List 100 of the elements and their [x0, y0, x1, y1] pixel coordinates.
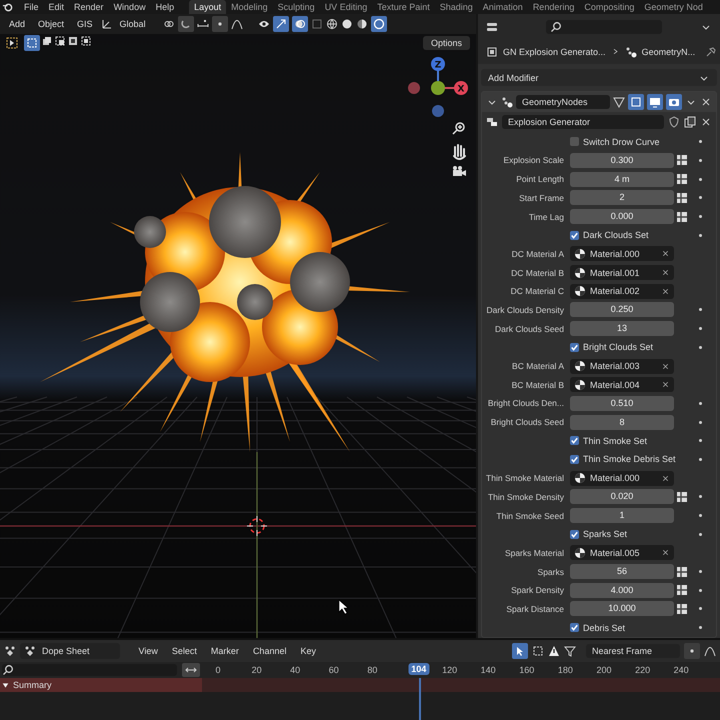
blender-logo-icon[interactable] [2, 2, 13, 12]
number-field[interactable]: 0.250 [570, 302, 674, 318]
menu-item[interactable]: File [19, 2, 44, 12]
workspace-tab[interactable]: Compositing [579, 0, 640, 14]
overlay-toggle-icon[interactable] [292, 16, 308, 32]
gizmo-toggle-icon[interactable] [272, 16, 289, 32]
proportional-edit-icon[interactable] [212, 16, 228, 32]
cage-icon[interactable] [628, 94, 644, 110]
keyframe-dot[interactable] [698, 420, 702, 424]
menu-item[interactable]: Key [295, 646, 321, 656]
magnet-icon[interactable] [178, 16, 194, 32]
close-icon[interactable] [661, 286, 670, 296]
attribute-toggle-icon[interactable] [676, 566, 688, 578]
snap-increment-icon[interactable] [196, 18, 209, 30]
keyframe-dot[interactable] [698, 514, 702, 518]
number-field[interactable]: 4.000 [570, 582, 674, 598]
falloff-curve-icon[interactable] [704, 645, 716, 657]
camera-icon[interactable] [666, 94, 682, 110]
link-icon[interactable] [162, 18, 175, 30]
keyframe-dot[interactable] [698, 178, 702, 181]
camera-icon[interactable] [453, 166, 466, 176]
checkbox[interactable] [570, 623, 579, 632]
channel-row[interactable]: Summary [0, 678, 202, 692]
workspace-tab[interactable]: Layout [189, 0, 226, 14]
menu-item[interactable]: Marker [206, 646, 244, 656]
menu-item[interactable]: Select [166, 646, 202, 656]
material-shading-icon[interactable] [356, 18, 368, 30]
disclosure-triangle-icon[interactable] [2, 682, 9, 688]
number-field[interactable]: 8 [570, 414, 674, 430]
close-icon[interactable] [661, 249, 670, 258]
navigation-gizmo[interactable]: Z X [408, 57, 468, 117]
breadcrumb[interactable]: GeometryN... [642, 46, 696, 57]
close-icon[interactable] [661, 548, 670, 558]
add-modifier-dropdown[interactable]: Add Modifier [481, 68, 717, 86]
workspace-tab[interactable]: Shading [434, 0, 478, 14]
select-subtract-icon[interactable] [54, 35, 66, 47]
keyframe-dot[interactable] [698, 458, 702, 461]
rendered-shading-icon[interactable] [370, 16, 387, 32]
attribute-toggle-icon[interactable] [676, 490, 688, 503]
material-field[interactable]: Material.001 [570, 265, 674, 280]
menu-item[interactable]: GIS [72, 19, 98, 29]
keyframe-dot[interactable] [698, 607, 702, 610]
close-icon[interactable] [661, 362, 670, 371]
editor-mode-dropdown[interactable]: Dope Sheet [20, 643, 120, 659]
number-field[interactable]: 2 [570, 190, 674, 206]
number-field[interactable]: 0.510 [570, 396, 674, 411]
material-field[interactable]: Material.000 [570, 246, 674, 262]
menu-item[interactable]: Render [69, 2, 109, 12]
checkbox[interactable] [570, 530, 579, 539]
number-field[interactable]: 4 m [570, 172, 674, 187]
keyframe-dot[interactable] [698, 588, 702, 592]
editor-type-icon[interactable] [486, 20, 498, 33]
workspace-tab[interactable]: Modeling [226, 0, 273, 14]
material-field[interactable]: Material.003 [570, 358, 674, 374]
menu-item[interactable]: Window [108, 2, 151, 12]
breadcrumb[interactable]: GN Explosion Generato... [503, 46, 606, 57]
select-new-icon[interactable] [24, 35, 40, 51]
shield-icon[interactable] [668, 116, 680, 128]
proportional-edit-icon[interactable] [684, 643, 700, 659]
close-icon[interactable] [661, 380, 670, 390]
checkbox[interactable] [570, 436, 579, 446]
workspace-tab[interactable]: Texture Paint [372, 0, 435, 14]
attribute-toggle-icon[interactable] [676, 154, 688, 166]
keyframe-dot[interactable] [698, 308, 702, 312]
pin-icon[interactable] [705, 46, 718, 58]
material-field[interactable]: Material.002 [570, 284, 674, 299]
falloff-curve-icon[interactable] [230, 18, 243, 30]
keyframe-dot[interactable] [698, 495, 702, 498]
checkbox[interactable] [570, 454, 579, 464]
material-field[interactable]: Material.005 [570, 545, 674, 560]
number-field[interactable]: 56 [570, 564, 674, 580]
menu-item[interactable]: View [134, 646, 163, 656]
checkbox[interactable] [570, 230, 579, 240]
number-field[interactable]: 0.020 [570, 489, 674, 504]
swap-arrows-icon[interactable] [182, 663, 200, 677]
checkbox[interactable] [570, 342, 579, 352]
keyframe-dot[interactable] [698, 196, 702, 200]
keyframe-dot[interactable] [698, 532, 702, 536]
node-group-field[interactable]: Explosion Generator [502, 115, 664, 130]
menu-item[interactable]: Edit [44, 2, 70, 12]
eye-icon[interactable] [258, 18, 270, 30]
keyframe-dot[interactable] [698, 626, 702, 630]
select-invert-icon[interactable] [67, 35, 79, 47]
attribute-toggle-icon[interactable] [676, 210, 688, 223]
menu-item[interactable]: Add [4, 19, 30, 29]
snapping-dropdown[interactable]: Nearest Frame [586, 644, 680, 658]
current-frame-indicator[interactable]: 104 [408, 663, 430, 675]
material-field[interactable]: Material.004 [570, 377, 674, 392]
attribute-toggle-icon[interactable] [676, 584, 688, 596]
keyframe-dot[interactable] [698, 346, 702, 349]
modifier-name-field[interactable]: GeometryNodes [516, 95, 610, 110]
workspace-tab[interactable]: UV Editing [320, 0, 372, 14]
number-field[interactable]: 0.000 [570, 209, 674, 224]
dope-sheet-icon[interactable] [4, 645, 16, 657]
number-field[interactable]: 1 [570, 508, 674, 524]
keyframe-dot[interactable] [698, 402, 702, 405]
search-field[interactable] [546, 20, 662, 34]
wireframe-shading-icon[interactable] [326, 18, 338, 30]
edit-mode-icon[interactable] [613, 96, 625, 108]
keyframe-dot[interactable] [698, 158, 702, 162]
